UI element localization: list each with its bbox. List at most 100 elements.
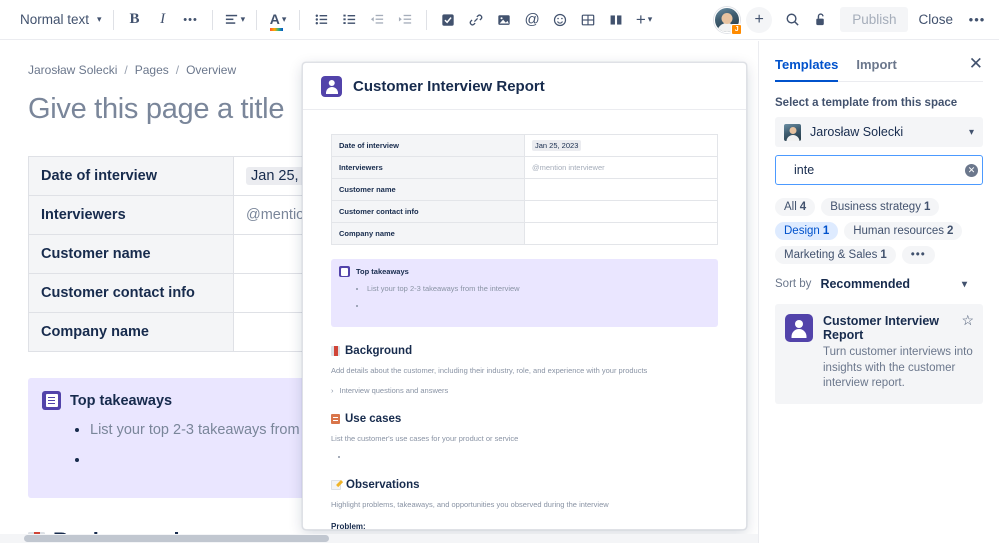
row-value [524,222,718,245]
list-item [349,452,718,461]
italic-button[interactable]: I [149,6,177,34]
toolbar-divider [426,9,428,30]
ellipsis-icon: ••• [968,12,986,27]
row-key: Customer name [28,234,234,274]
table-row: Date of interview Jan 25, 2023 [331,134,718,157]
tab-import[interactable]: Import [856,53,896,81]
row-key: Date of interview [331,134,525,157]
filter-count: 4 [799,201,807,213]
row-value [524,200,718,223]
more-formatting-button[interactable]: ••• [177,6,205,34]
use-cases-bullet-list [331,452,718,461]
favorite-star-icon[interactable]: ☆ [961,313,974,327]
filter-chip-marketing-sales[interactable]: Marketing & Sales 1 [775,246,896,264]
select-template-label: Select a template from this space [775,97,958,109]
chevron-down-icon: ▾ [968,126,974,138]
table-button[interactable] [574,6,602,34]
avatar-face [721,12,733,24]
clear-search-icon[interactable]: ✕ [965,163,978,177]
preview-section-heading-use-cases: Use cases [331,413,718,425]
bullet-list-button[interactable] [307,6,335,34]
filter-chip-business-strategy[interactable]: Business strategy 1 [821,198,940,216]
orange-book-icon [331,414,340,425]
bold-button[interactable]: B [121,6,149,34]
template-result-card[interactable]: Customer Interview Report Turn customer … [775,304,983,404]
preview-interview-details-table: Date of interview Jan 25, 2023 Interview… [331,134,718,245]
task-list-button[interactable] [434,6,462,34]
text-style-dropdown[interactable]: Normal text ▾ [8,6,106,34]
page-restrictions-button[interactable] [806,6,834,34]
mention-button[interactable]: @ [518,6,546,34]
row-key: Company name [331,222,525,245]
close-icon[interactable]: ✕ [969,55,983,79]
color-swatch-bar [269,27,283,31]
close-button[interactable]: Close [908,7,963,32]
filter-chip-human-resources[interactable]: Human resources 2 [844,222,963,240]
filter-chip-design[interactable]: Design 1 [775,222,839,240]
image-button[interactable] [490,6,518,34]
expand-label: Interview questions and answers [339,386,449,396]
text-color-button[interactable]: A ▾ [264,6,292,34]
section-heading-text: Observations [346,478,420,491]
date-chip: Jan 25, 2023 [532,140,582,151]
scrollbar-thumb[interactable] [24,535,329,542]
filter-label: Marketing & Sales [784,249,878,261]
more-actions-button[interactable]: ••• [963,6,991,34]
breadcrumb-item-pages[interactable]: Pages [135,63,169,77]
search-input[interactable] [792,162,957,178]
templates-tabs: Templates Import ✕ [775,41,983,82]
filter-count: 1 [822,225,830,237]
filter-label: Business strategy [830,201,921,213]
indent-button[interactable] [391,6,419,34]
avatar[interactable]: J [714,6,743,35]
row-value [524,178,718,201]
checkbox-icon [442,13,454,26]
link-button[interactable] [462,6,490,34]
expand-interview-questions: › Interview questions and answers [331,386,718,395]
list-item: List your top 2-3 takeaways from the int… [367,284,708,293]
sort-dropdown[interactable]: Recommended ▾ [820,277,967,291]
horizontal-scrollbar[interactable] [0,534,758,543]
emoji-button[interactable] [546,6,574,34]
note-panel-icon [339,266,350,277]
insert-more-button[interactable]: + ▾ [630,6,658,34]
preview-top-takeaways-panel: Top takeaways List your top 2-3 takeaway… [331,259,718,327]
emoji-icon [553,13,567,26]
search-button[interactable] [778,6,806,34]
sort-control: Sort by Recommended ▾ [775,277,983,291]
filter-count: 2 [946,225,954,237]
template-card-title: Customer Interview Report [823,314,940,342]
indent-icon [398,14,411,24]
breadcrumb-item-overview[interactable]: Overview [186,63,236,77]
text-align-button[interactable]: ▾ [220,6,250,34]
breadcrumb-item-space[interactable]: Jarosław Solecki [28,63,117,77]
row-key: Date of interview [28,156,234,196]
toolbar-divider [112,9,114,30]
avatar-face [789,126,796,134]
publish-button[interactable]: Publish [840,7,909,32]
search-icon [786,13,799,26]
add-people-button[interactable]: + [746,6,773,33]
outdent-button[interactable] [363,6,391,34]
sort-value: Recommended [820,277,911,291]
tab-templates[interactable]: Templates [775,53,839,82]
space-selector[interactable]: Jarosław Solecki ▾ [775,117,983,147]
panel-title: Top takeaways [356,267,409,276]
row-key: Customer name [331,178,525,201]
table-row: Interviewers @mention interviewer [331,156,718,179]
layout-button[interactable] [602,6,630,34]
space-name: Jarosław Solecki [810,125,904,139]
ellipsis-icon: ••• [183,13,198,26]
text-style-label: Normal text [20,12,90,27]
filter-chip-all[interactable]: All 4 [775,198,816,216]
more-filters-button[interactable]: ••• [901,246,935,264]
chevron-down-icon: ▾ [962,278,968,290]
link-icon [469,14,483,25]
numbered-list-button[interactable] [335,6,363,34]
row-key: Customer contact info [28,273,234,313]
observations-problem-label: Problem: [331,521,366,530]
memo-icon [331,479,341,490]
plus-icon: + [635,10,646,29]
text-color-letter: A [269,10,280,27]
template-search-box[interactable]: ✕ [775,155,983,185]
